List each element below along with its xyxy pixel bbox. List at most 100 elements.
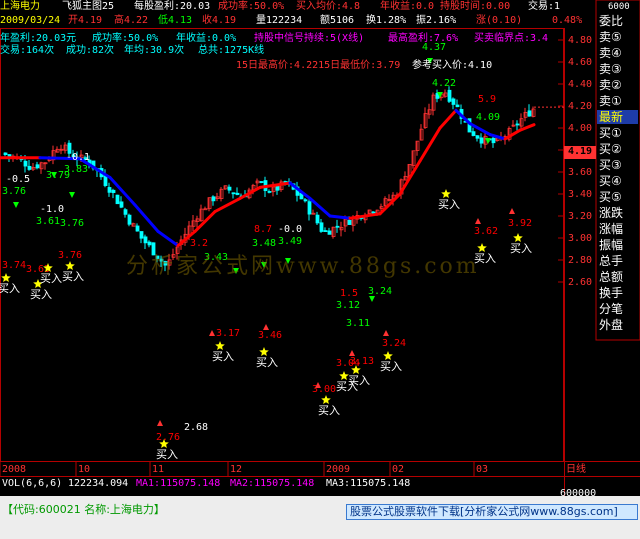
trend-segment bbox=[518, 123, 536, 132]
price-annotation: -0.0 bbox=[278, 224, 302, 235]
period-mode[interactable]: 日线 bbox=[566, 464, 586, 476]
sidebar-item[interactable]: 涨幅 bbox=[597, 222, 638, 236]
date-label: 10 bbox=[78, 464, 91, 475]
candle-body bbox=[451, 98, 456, 105]
buy-signal-label: 买入 bbox=[318, 404, 340, 417]
price-tick-label: 4.80 bbox=[568, 35, 593, 46]
candle-body bbox=[447, 89, 452, 102]
buy-signal-label: 买入 bbox=[348, 374, 370, 387]
watermark-text: 分析家公式网www.88gs.com bbox=[126, 254, 480, 279]
up-arrow-icon bbox=[157, 420, 163, 426]
candle-body bbox=[347, 219, 352, 225]
candle-body bbox=[135, 225, 140, 232]
candle-body bbox=[327, 230, 332, 235]
sidebar-item[interactable]: 买① bbox=[597, 126, 638, 140]
stats-success-rate: 成功率:50.0% bbox=[92, 33, 159, 44]
price-annotation: 3.76 bbox=[58, 250, 82, 261]
price-annotation: 3.13 bbox=[350, 356, 374, 367]
sidebar-item[interactable]: 振幅 bbox=[597, 238, 638, 252]
down-arrow-icon bbox=[69, 192, 75, 198]
buy-star-icon bbox=[259, 347, 269, 356]
down-arrow-icon bbox=[369, 296, 375, 302]
candle-body bbox=[147, 241, 152, 246]
trend-segment bbox=[438, 108, 458, 130]
price-annotation: 2.68 bbox=[184, 422, 208, 433]
price-annotation: 3.24 bbox=[382, 338, 406, 349]
sidebar-item[interactable]: 卖① bbox=[597, 94, 638, 108]
date-label: 2008 bbox=[2, 464, 27, 475]
price-tick-label: 2.80 bbox=[568, 255, 593, 266]
ad-link[interactable]: 股票公式股票软件下载[分析家公式网www.88gs.com] bbox=[350, 506, 618, 517]
sidebar-item[interactable]: 卖④ bbox=[597, 46, 638, 60]
sidebar-item[interactable]: 卖⑤ bbox=[597, 30, 638, 44]
price-tick-label: 3.60 bbox=[568, 167, 593, 178]
date-label: 02 bbox=[392, 464, 405, 475]
ma3-value: MA3:115075.148 bbox=[326, 478, 411, 489]
candle-body bbox=[23, 160, 28, 167]
trade-label: 交易:1 bbox=[528, 1, 561, 12]
up-arrow-icon bbox=[509, 208, 515, 214]
price-annotation: 8.7 bbox=[254, 224, 272, 235]
price-annotation: 3.76 bbox=[60, 218, 84, 229]
candle-body bbox=[323, 230, 328, 232]
sidebar-item[interactable]: 涨跌 bbox=[597, 206, 638, 220]
sidebar-item[interactable]: 卖③ bbox=[597, 62, 638, 76]
ma1-value: MA1:115075.148 bbox=[136, 478, 221, 489]
formula-name[interactable]: 飞狐主图25 bbox=[62, 1, 114, 13]
candle-body bbox=[455, 104, 460, 108]
sidebar-top-label: 6000 bbox=[608, 2, 630, 12]
buy-star-icon bbox=[513, 233, 523, 242]
price-annotation: 3.76 bbox=[2, 186, 26, 197]
candle-body bbox=[479, 137, 484, 144]
sidebar-item[interactable]: 最新 bbox=[597, 110, 638, 124]
trades-count: 交易:164次 bbox=[0, 45, 55, 56]
stats-annual-gain: 年收益:0.0% bbox=[176, 33, 237, 44]
price-annotation: 3.00 bbox=[312, 384, 336, 395]
price-tick-label: 4.00 bbox=[568, 123, 593, 134]
info-date: 2009/03/24 bbox=[0, 15, 61, 26]
candle-body bbox=[211, 196, 216, 202]
candle-body bbox=[231, 192, 236, 195]
candle-body bbox=[107, 187, 112, 193]
vol-value: 122234.094 bbox=[68, 478, 129, 489]
price-annotation: 3.74 bbox=[2, 260, 26, 271]
sidebar-item[interactable]: 分笔 bbox=[597, 302, 638, 316]
date-label: 2009 bbox=[326, 464, 351, 475]
price-annotation: -1.0 bbox=[40, 204, 64, 215]
buy-star-icon bbox=[321, 395, 331, 404]
sidebar-item[interactable]: 买③ bbox=[597, 158, 638, 172]
annual-profit: 年盈利:20.03元 bbox=[0, 33, 77, 44]
buy-signal-label: 买入 bbox=[212, 350, 234, 363]
buy-signal-label: 买入 bbox=[30, 288, 52, 301]
candle-body bbox=[115, 194, 120, 205]
candle-body bbox=[275, 186, 280, 191]
sidebar-item[interactable]: 换手 bbox=[597, 286, 638, 300]
trend-segment bbox=[398, 159, 422, 196]
trend-segment bbox=[328, 214, 352, 220]
sidebar-item[interactable]: 买② bbox=[597, 142, 638, 156]
buy-star-icon bbox=[215, 341, 225, 350]
buy-star-icon bbox=[65, 261, 75, 270]
candle-body bbox=[319, 222, 324, 232]
candle-body bbox=[303, 199, 308, 202]
sidebar-item[interactable]: 卖② bbox=[597, 78, 638, 92]
sidebar-item[interactable]: 买④ bbox=[597, 174, 638, 188]
sidebar-item[interactable]: 委比 bbox=[597, 14, 638, 28]
info-amount: 额5106 bbox=[320, 15, 355, 26]
up-arrow-icon bbox=[349, 350, 355, 356]
down-arrow-icon bbox=[13, 202, 19, 208]
ma2-value: MA2:115075.148 bbox=[230, 478, 315, 489]
price-annotation: 3.11 bbox=[346, 318, 370, 329]
sidebar-item[interactable]: 总额 bbox=[597, 270, 638, 284]
price-tick-label: 3.00 bbox=[568, 233, 593, 244]
sidebar-item[interactable]: 总手 bbox=[597, 254, 638, 268]
price-tick-label: 3.20 bbox=[568, 211, 593, 222]
sidebar-item[interactable]: 外盘 bbox=[597, 318, 638, 332]
eps-label: 每股盈利:20.03 bbox=[134, 1, 211, 12]
price-annotation: 1.5 bbox=[340, 288, 358, 299]
sidebar-item[interactable]: 买⑤ bbox=[597, 190, 638, 204]
candle-body bbox=[139, 231, 144, 239]
info-turnover: 换1.28% bbox=[366, 15, 407, 26]
trend-segment bbox=[378, 192, 402, 216]
candle-body bbox=[335, 225, 340, 228]
